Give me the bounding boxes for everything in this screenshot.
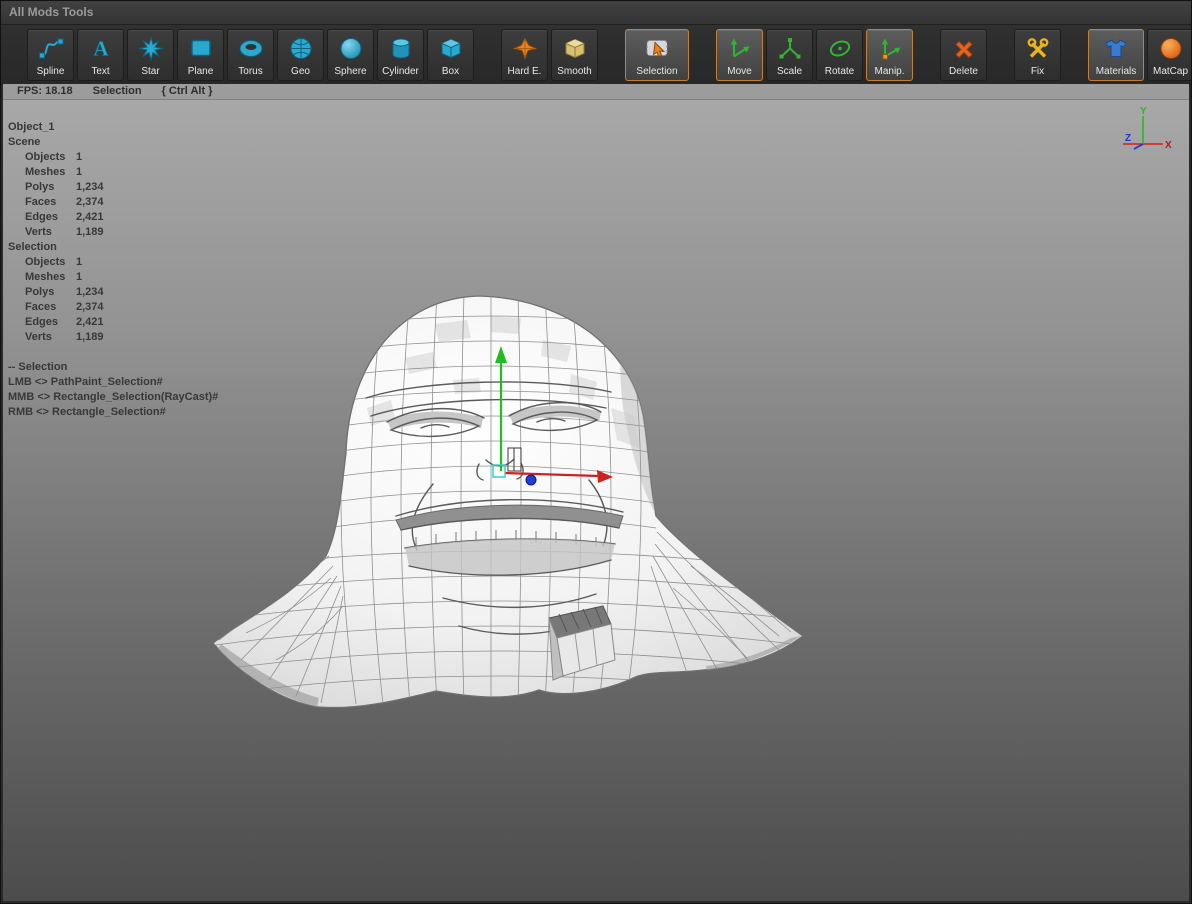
mode-indicator: Selection [92,85,142,97]
stat-row: Edges 2,421 [25,211,104,223]
bindings-title: -- Selection [8,361,68,373]
tool-move[interactable]: Move [716,28,763,81]
plane-icon [188,32,214,66]
fix-icon [1025,32,1051,66]
tool-plane[interactable]: Plane [177,28,224,81]
stat-row: Polys 1,234 [25,181,104,193]
axis-z-label: Z [1125,133,1131,144]
tool-spline[interactable]: Spline [27,28,74,81]
smooth-icon [562,32,588,66]
tool-manip[interactable]: Manip. [866,28,913,81]
tool-fix[interactable]: Fix [1014,28,1061,81]
manip-icon [877,32,903,66]
stat-row: Meshes 1 [25,166,83,178]
box-icon [438,32,464,66]
tool-matcap[interactable]: MatCap [1147,28,1191,81]
tool-text[interactable]: A Text [77,28,124,81]
stat-row: Verts 1,189 [25,331,104,343]
toolbar-group-primitives: Spline A Text Star Plane Torus Geo Spher… [27,28,474,81]
stat-row: Polys 1,234 [25,286,104,298]
tool-torus[interactable]: Torus [227,28,274,81]
cylinder-icon [388,32,414,66]
tool-sphere[interactable]: Sphere [327,28,374,81]
tool-star[interactable]: Star [127,28,174,81]
selection-section-title: Selection [8,241,57,253]
stats-panel: Object_1 Scene Objects 1 Meshes 1 Polys 1,2… [8,120,218,420]
tool-delete[interactable]: Delete [940,28,987,81]
binding-mmb: MMB <> Rectangle_Selection(RayCast)# [8,391,219,403]
svg-text:A: A [93,37,109,61]
star-icon [138,32,164,66]
axis-y-label: Y [1140,106,1147,117]
title-bar[interactable]: All Mods Tools [1,1,1191,25]
tool-hard-edge[interactable]: Hard E. [501,28,548,81]
tool-selection[interactable]: Selection [625,28,689,81]
tool-rotate[interactable]: Rotate [816,28,863,81]
axis-x-label: X [1165,140,1172,151]
stat-row: Edges 2,421 [25,316,104,328]
scale-icon [777,32,803,66]
toolbar-group-edges: Hard E. Smooth [501,28,598,81]
toolbar-group-selection: Selection [625,28,689,81]
tool-smooth[interactable]: Smooth [551,28,598,81]
toolbar-group-fix: Fix [1014,28,1061,81]
status-bar: FPS: 18.18 Selection { Ctrl Alt } [3,84,1189,100]
spline-icon [38,32,64,66]
mesh-body[interactable] [212,295,805,709]
stat-row: Verts 1,189 [25,226,104,238]
mesh-object[interactable] [191,288,831,738]
rotate-icon [827,32,853,66]
tool-geo[interactable]: Geo [277,28,324,81]
binding-lmb: LMB <> PathPaint_Selection# [8,376,163,388]
stat-row: Objects 1 [25,151,83,163]
modifier-keys: { Ctrl Alt } [161,85,213,97]
torus-icon [238,32,264,66]
sphere-icon [338,32,364,66]
materials-icon [1103,32,1129,66]
tool-scale[interactable]: Scale [766,28,813,81]
stat-row: Faces 2,374 [25,301,104,313]
delete-icon [951,32,977,66]
axis-gizmo[interactable]: Y X Z [1109,106,1175,162]
move-icon [727,32,753,66]
toolbar-group-delete: Delete [940,28,987,81]
app-window: All Mods Tools Spline A Text Star Plane … [0,0,1192,904]
scene-section-title: Scene [8,136,41,148]
stat-row: Faces 2,374 [25,196,104,208]
gizmo-z-handle[interactable] [525,474,537,486]
toolbar-group-materials: Materials MatCap [1088,28,1191,81]
text-icon: A [88,32,114,66]
matcap-icon [1158,32,1184,66]
toolbar-group-transform: Move Scale Rotate Manip. [716,28,913,81]
selection-icon [644,32,670,66]
stat-row: Objects 1 [25,256,83,268]
toolbar: Spline A Text Star Plane Torus Geo Spher… [1,25,1191,85]
tool-cylinder[interactable]: Cylinder [377,28,424,81]
viewport[interactable]: FPS: 18.18 Selection { Ctrl Alt } Object… [3,84,1189,901]
fps-counter: FPS: 18.18 [17,85,73,97]
hard-edge-icon [511,32,538,66]
tool-box[interactable]: Box [427,28,474,81]
window-title: All Mods Tools [9,5,94,19]
binding-rmb: RMB <> Rectangle_Selection# [8,406,166,418]
geo-icon [288,32,314,66]
tool-materials[interactable]: Materials [1088,28,1144,81]
object-name: Object_1 [8,121,55,133]
stat-row: Meshes 1 [25,271,83,283]
